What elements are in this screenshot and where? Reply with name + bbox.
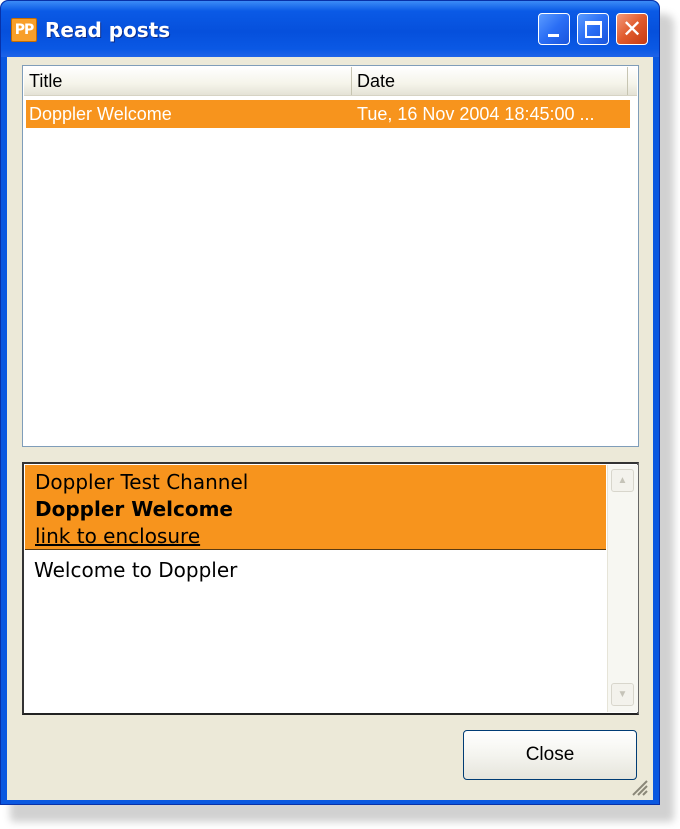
maximize-icon: [585, 21, 602, 38]
minimize-button[interactable]: [538, 13, 570, 45]
title-bar[interactable]: PP Read posts ✕: [1, 1, 659, 57]
scroll-up-button[interactable]: ▲: [611, 469, 634, 492]
window-title: Read posts: [45, 18, 171, 42]
preview-header: Doppler Test Channel Doppler Welcome lin…: [25, 465, 606, 550]
column-header-date[interactable]: Date: [352, 67, 628, 95]
close-button[interactable]: Close: [463, 730, 637, 780]
window-client-area: Title Date Doppler Welcome Tue, 16 Nov 2…: [7, 57, 653, 800]
preview-post-title: Doppler Welcome: [35, 497, 233, 521]
column-header-title[interactable]: Title: [24, 67, 352, 95]
preview-channel-name: Doppler Test Channel: [35, 470, 249, 494]
preview-scrollbar[interactable]: ▲ ▼: [607, 465, 638, 712]
scroll-down-button[interactable]: ▼: [611, 683, 634, 706]
close-icon: ✕: [621, 15, 643, 43]
enclosure-link[interactable]: link to enclosure: [35, 524, 200, 548]
post-preview-pane[interactable]: Doppler Test Channel Doppler Welcome lin…: [22, 462, 639, 715]
list-header: Title Date: [24, 67, 637, 96]
chevron-down-icon: ▼: [617, 689, 628, 700]
resize-grip-icon[interactable]: [629, 777, 649, 797]
app-icon: PP: [11, 18, 37, 42]
read-posts-window: PP Read posts ✕ Title Date Doppler Welco…: [0, 0, 660, 805]
row-title: Doppler Welcome: [29, 104, 172, 124]
window-close-button[interactable]: ✕: [616, 13, 648, 45]
preview-body-text: Welcome to Doppler: [34, 558, 238, 582]
minimize-icon: [548, 34, 559, 37]
posts-list[interactable]: Title Date Doppler Welcome Tue, 16 Nov 2…: [22, 65, 639, 447]
list-row-selected[interactable]: Doppler Welcome Tue, 16 Nov 2004 18:45:0…: [26, 100, 630, 128]
maximize-button[interactable]: [577, 13, 609, 45]
row-date: Tue, 16 Nov 2004 18:45:00 ...: [357, 104, 595, 124]
chevron-up-icon: ▲: [617, 475, 628, 486]
